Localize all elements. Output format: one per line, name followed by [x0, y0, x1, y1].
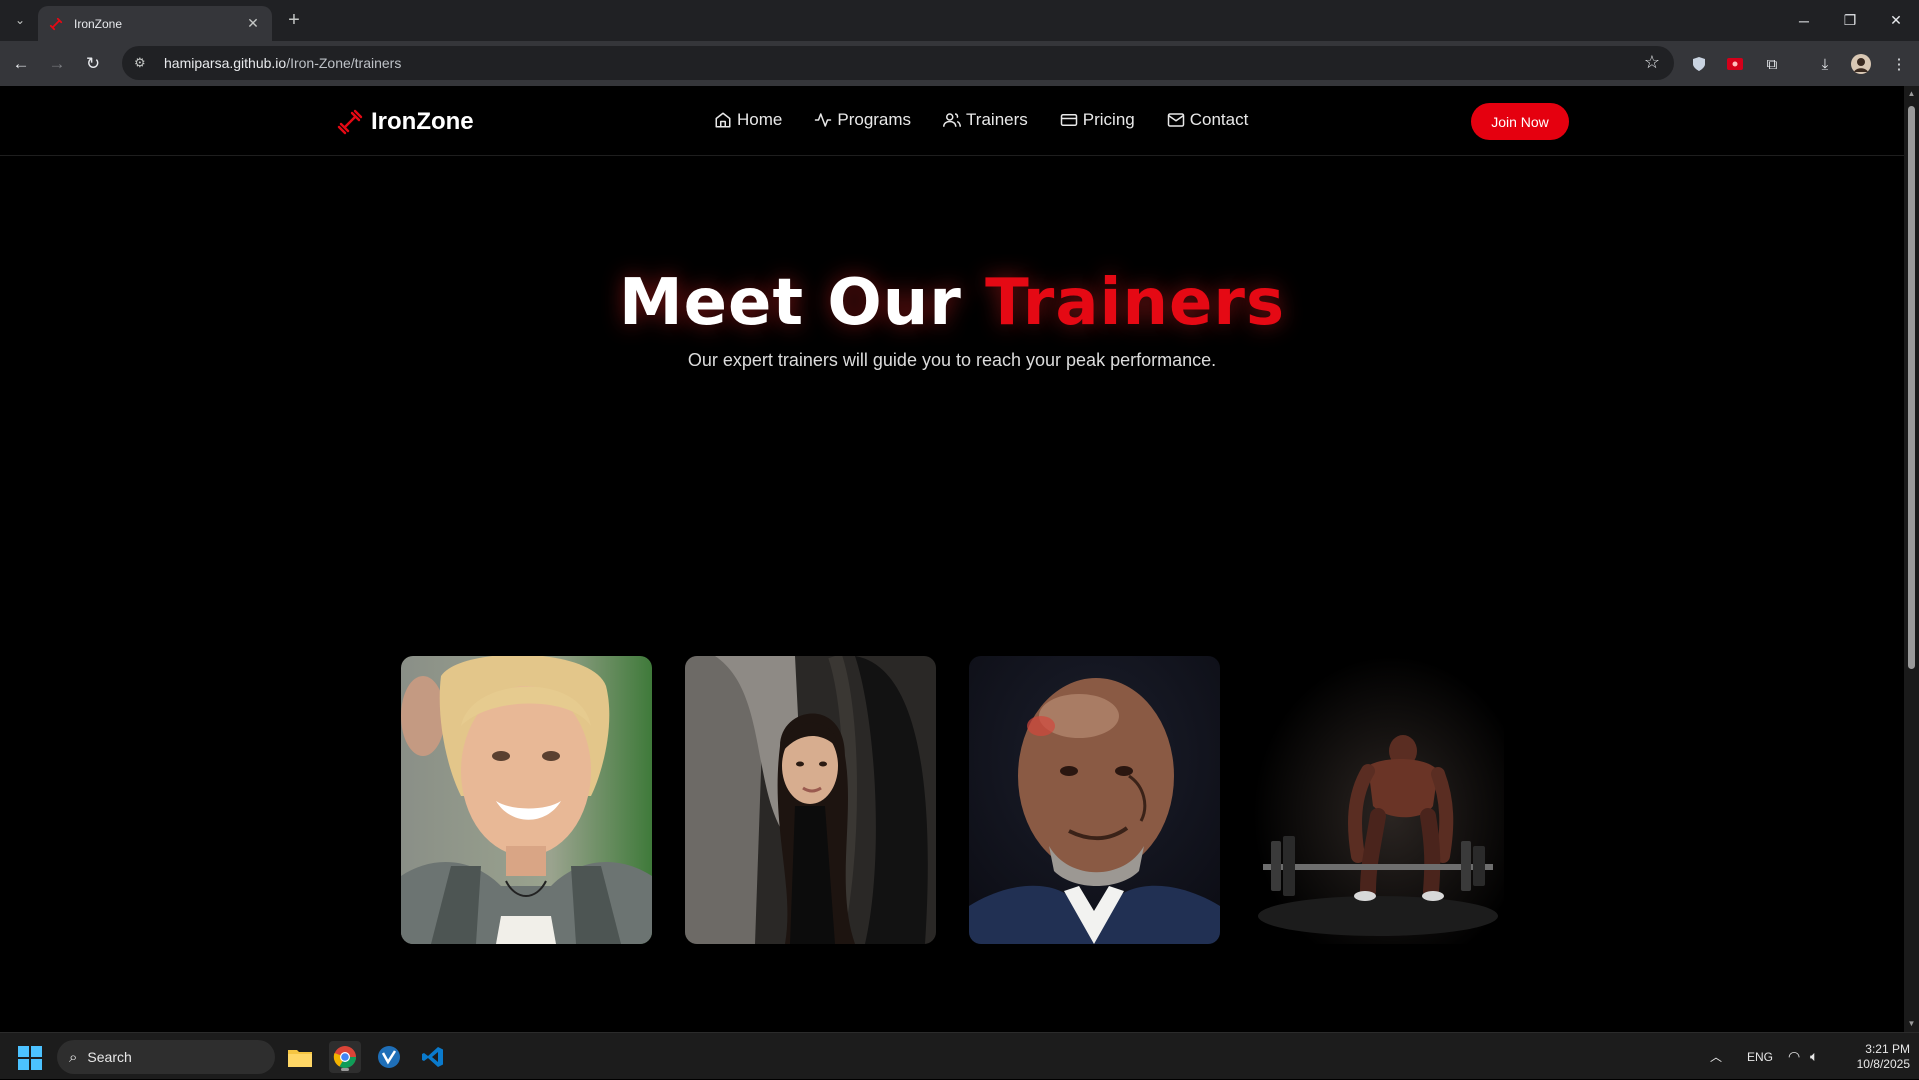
browser-tab-bar: ⌄ IronZone ✕ + ─ ❐ ✕	[0, 0, 1919, 41]
url-text: hamiparsa.github.io/Iron-Zone/trainers	[164, 55, 401, 71]
brand-name: IronZone	[371, 108, 474, 135]
windows-start-icon[interactable]	[18, 1046, 42, 1070]
main-nav: Home Programs Trainers Pricing Contact	[714, 110, 1280, 130]
brand-logo-link[interactable]: IronZone	[337, 108, 474, 136]
nav-programs[interactable]: Programs	[814, 110, 911, 130]
credit-card-icon	[1060, 111, 1078, 129]
site-header: IronZone Home Programs Trainers Pricing …	[0, 86, 1904, 156]
vpn-app-icon[interactable]	[373, 1041, 405, 1073]
chrome-icon[interactable]	[329, 1041, 361, 1073]
vscode-icon[interactable]	[417, 1041, 449, 1073]
system-clock[interactable]: 3:21 PM 10/8/2025	[1838, 1042, 1910, 1072]
nav-contact-label: Contact	[1189, 110, 1249, 129]
trainer-card[interactable]	[401, 656, 652, 944]
trainer-photo	[1253, 656, 1504, 944]
trainer-photo	[969, 656, 1220, 944]
nav-programs-label: Programs	[837, 110, 912, 129]
home-icon	[714, 111, 732, 129]
activity-icon	[814, 111, 832, 129]
download-icon[interactable]: ⤓	[1813, 52, 1837, 76]
mail-icon	[1167, 111, 1185, 129]
site-info-icon[interactable]: ⚙	[134, 55, 156, 71]
wifi-icon[interactable]: ◠	[1788, 1033, 1800, 1080]
trainer-photo	[685, 656, 936, 944]
trainer-card[interactable]	[685, 656, 936, 944]
browser-tab[interactable]: IronZone ✕	[38, 6, 272, 41]
join-now-button[interactable]: Join Now	[1471, 103, 1569, 140]
nav-trainers[interactable]: Trainers	[943, 110, 1028, 130]
restore-icon[interactable]: ❐	[1827, 0, 1873, 41]
window-close-icon[interactable]: ✕	[1873, 0, 1919, 41]
nav-pricing[interactable]: Pricing	[1060, 110, 1135, 130]
tab-close-icon[interactable]: ✕	[244, 15, 262, 32]
page-title: Meet Our Trainers	[0, 266, 1904, 340]
minimize-icon[interactable]: ─	[1781, 0, 1827, 41]
nav-pricing-label: Pricing	[1082, 110, 1135, 129]
tab-search-chevron-icon[interactable]: ⌄	[8, 8, 32, 32]
tab-title: IronZone	[74, 16, 123, 31]
forward-arrow-icon[interactable]: →	[44, 51, 70, 77]
browser-toolbar: ← → ↻ ⚙ hamiparsa.github.io/Iron-Zone/tr…	[0, 41, 1919, 86]
back-arrow-icon[interactable]: ←	[8, 51, 34, 77]
title-accent: Trainers	[985, 266, 1286, 340]
site-favicon-icon	[48, 16, 64, 32]
browser-menu-icon[interactable]: ⋮	[1887, 52, 1911, 76]
trainer-card[interactable]	[969, 656, 1220, 944]
scrollbar-thumb[interactable]	[1908, 106, 1915, 669]
bookmark-star-icon[interactable]: ☆	[1644, 52, 1660, 73]
active-app-indicator	[341, 1068, 349, 1071]
title-prefix: Meet Our	[618, 266, 962, 340]
taskbar-search[interactable]: ⌕ Search	[57, 1040, 275, 1074]
language-indicator[interactable]: ENG	[1747, 1033, 1773, 1080]
address-bar[interactable]: ⚙ hamiparsa.github.io/Iron-Zone/trainers…	[122, 46, 1674, 80]
shield-extension-icon[interactable]	[1687, 52, 1711, 76]
trainer-card[interactable]	[1253, 656, 1504, 944]
clock-date: 10/8/2025	[1856, 1057, 1910, 1071]
web-page: IronZone Home Programs Trainers Pricing …	[0, 86, 1904, 1032]
volume-icon[interactable]: 🔈︎	[1810, 1033, 1818, 1080]
nav-contact[interactable]: Contact	[1167, 110, 1249, 130]
nav-home-label: Home	[737, 110, 783, 129]
nav-trainers-label: Trainers	[966, 110, 1028, 129]
red-extension-icon[interactable]	[1723, 52, 1747, 76]
extensions-puzzle-icon[interactable]: ⧉	[1760, 52, 1784, 76]
trainer-cards	[401, 656, 1537, 944]
page-subtitle: Our expert trainers will guide you to re…	[687, 350, 1217, 370]
scroll-up-icon[interactable]: ▲	[1907, 90, 1916, 98]
users-icon	[943, 111, 962, 129]
tray-chevron-icon[interactable]: ︿	[1710, 1033, 1722, 1080]
os-taskbar: ⌕ Search ︿ ENG ◠ 🔈︎ 3:21 PM 10/8/2025	[0, 1032, 1919, 1079]
clock-time: 3:21 PM	[1865, 1042, 1910, 1056]
profile-avatar-icon[interactable]	[1849, 52, 1873, 76]
reload-icon[interactable]: ↻	[80, 51, 106, 77]
trainer-photo	[401, 656, 652, 944]
dumbbell-icon	[337, 109, 363, 135]
url-host: hamiparsa.github.io	[164, 55, 287, 71]
file-explorer-icon[interactable]	[284, 1041, 316, 1073]
nav-home[interactable]: Home	[714, 110, 782, 130]
page-scrollbar[interactable]: ▲ ▼	[1904, 86, 1919, 1032]
new-tab-icon[interactable]: +	[282, 9, 306, 31]
search-icon: ⌕	[69, 1048, 78, 1066]
url-path: /Iron-Zone/trainers	[286, 55, 402, 71]
taskbar-search-label: Search	[87, 1049, 132, 1065]
scroll-down-icon[interactable]: ▼	[1907, 1020, 1916, 1028]
